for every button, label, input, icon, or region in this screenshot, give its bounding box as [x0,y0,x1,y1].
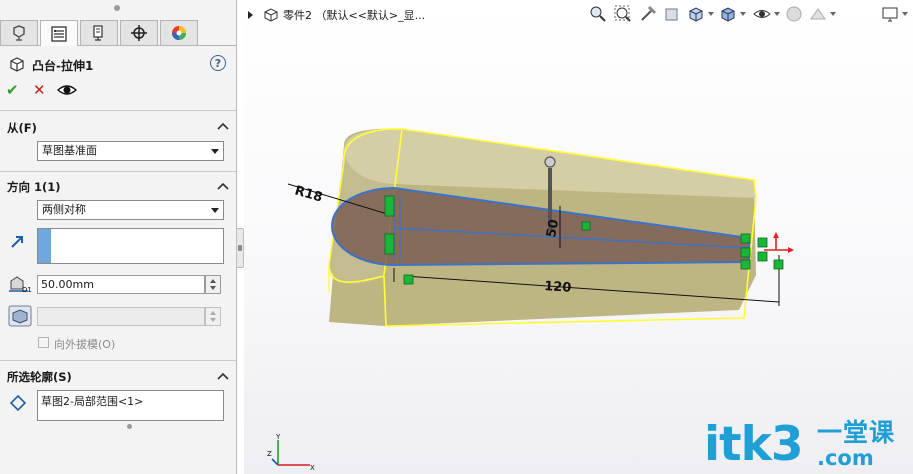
end-condition-select[interactable]: 两侧对称 [37,200,224,220]
draft-outward-checkbox[interactable] [38,337,49,348]
apply-scene-button[interactable] [807,3,829,25]
dim-height-label[interactable]: 50 [544,218,562,238]
from-group-title: 从(F) [7,121,37,135]
tab-configuration-manager[interactable] [80,20,118,45]
draft-icon[interactable] [8,305,32,327]
selected-contours-collapse-icon[interactable] [217,371,229,381]
watermark-sub2: .com [817,446,874,470]
svg-text:D1: D1 [22,286,32,293]
feature-manager-icon [13,25,25,41]
panel-grip[interactable] [0,0,237,18]
apply-scene-icon [810,8,826,20]
contour-list-item[interactable]: 草图2-局部范围<1> [41,393,143,409]
zoom-to-area-button[interactable] [612,3,634,25]
view-settings-icon [882,7,898,22]
selected-contours-listbox[interactable]: 草图2-局部范围<1> [37,390,224,421]
selected-contours-title: 所选轮廓(S) [7,370,72,384]
tab-feature-manager[interactable] [0,20,38,45]
model-scene: R18 50 120 [287,128,794,327]
hide-show-items-icon [753,10,771,18]
active-selection-marker [38,229,51,263]
end-condition-value: 两侧对称 [42,203,86,216]
section-view-icon [665,8,678,21]
flyout-tree-root[interactable]: 零件2 （默认<<默认>_显... [248,6,425,24]
draft-angle-field[interactable] [37,307,205,326]
configuration-manager-icon [93,25,103,41]
part-icon [264,8,278,22]
spinner-down-icon[interactable] [210,286,216,290]
property-manager-icon [51,25,67,42]
reverse-direction-icon[interactable] [9,234,25,250]
tab-display-manager[interactable] [160,20,198,45]
edit-appearance-button[interactable] [783,3,805,25]
help-icon[interactable]: ? [210,55,226,71]
expand-arrow-icon[interactable] [248,11,253,19]
detailed-preview-icon[interactable] [57,82,77,98]
dim-length-label[interactable]: 120 [544,279,572,296]
reference-triad: Y X Z [267,433,315,472]
depth-field[interactable]: 50.00mm [37,275,205,294]
triad-x-label: X [310,464,315,472]
section-view-button[interactable] [661,3,683,25]
zoom-to-area-icon [614,5,631,22]
direction1-group-title: 方向 1(1) [7,180,61,194]
zoom-to-fit-icon [590,6,606,22]
watermark-sub1: 一堂课 [817,418,896,447]
zoom-to-fit-button[interactable] [587,3,609,25]
spinner-down-icon[interactable] [210,318,216,322]
from-collapse-icon[interactable] [217,121,229,131]
depth-spinner[interactable] [205,275,221,294]
from-start-condition-select[interactable]: 草图基准面 [37,141,224,161]
feature-title: 凸台-拉伸1 [32,59,94,73]
draft-angle-spinner[interactable] [205,307,221,326]
panel-splitter-handle[interactable] [236,228,244,268]
ok-button[interactable]: ✔ [6,82,22,98]
resize-grip[interactable] [127,424,132,429]
view-settings-button[interactable] [879,3,901,25]
graphics-area[interactable]: R18 50 120 零件2 （默认<<默认>_显... Y X Z itk3 … [244,0,913,474]
spinner-up-icon[interactable] [210,311,216,315]
hide-show-items-button[interactable] [751,3,773,25]
manager-tabs [0,18,237,46]
direction1-collapse-icon[interactable] [217,181,229,191]
triad-y-label: Y [275,433,281,441]
triad-z-label: Z [267,450,272,458]
previous-view-button[interactable] [637,3,659,25]
property-manager-panel: 凸台-拉伸1 ? ✔ ✕ 从(F) 草图基准面 方向 1(1) 两侧对称 D1 … [0,0,237,474]
tab-dimxpert-manager[interactable] [120,20,158,45]
edit-appearance-icon [786,6,802,22]
heads-up-view-toolbar [587,3,909,25]
direction-reference-listbox[interactable] [37,228,224,264]
cancel-button[interactable]: ✕ [33,82,49,98]
dim-radius-label[interactable]: R18 [293,183,324,205]
display-style-button[interactable] [717,3,739,25]
chevron-down-icon [211,208,219,213]
contour-icon [9,394,27,412]
display-manager-icon [172,26,186,40]
depth-d1-icon: D1 [9,276,32,293]
feature-header: 凸台-拉伸1 ? [0,50,237,80]
drag-handle-knob[interactable] [544,156,556,168]
dimxpert-icon [131,25,147,41]
origin-axes [764,236,790,251]
tab-property-manager[interactable] [40,20,78,46]
view-orientation-icon [689,7,703,22]
boss-extrude-icon [10,57,24,72]
draft-outward-label: 向外拔模(O) [54,338,116,351]
display-style-icon [721,7,735,22]
previous-view-icon [641,5,657,21]
view-orientation-button[interactable] [685,3,707,25]
chevron-down-icon [211,149,219,154]
watermark-logo: itk3 [704,417,804,472]
spinner-up-icon[interactable] [210,279,216,283]
part-name[interactable]: 零件2 （默认<<默认>_显... [283,7,425,23]
from-start-condition-value: 草图基准面 [42,144,97,157]
